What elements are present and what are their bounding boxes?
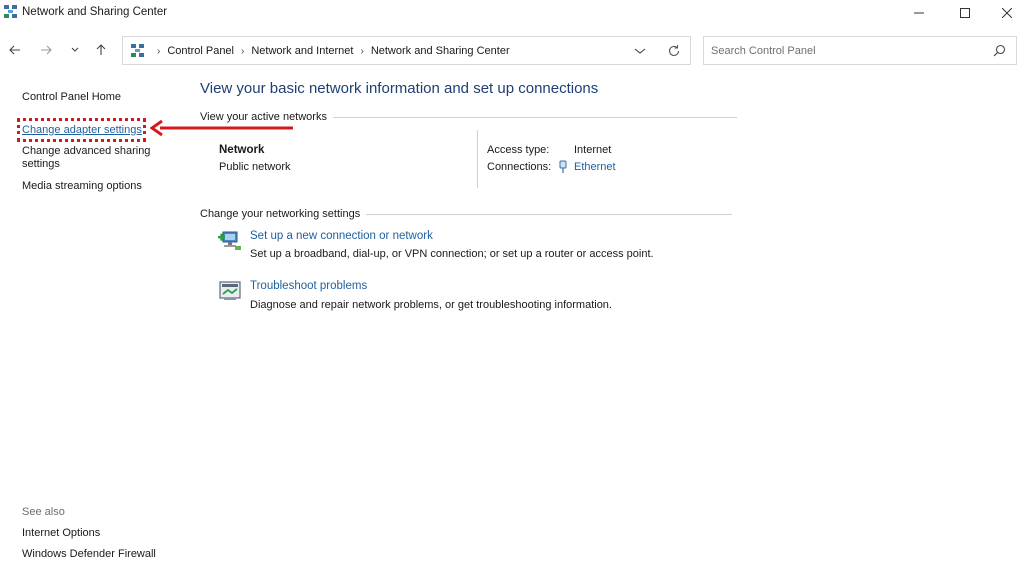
page-title: View your basic network information and …	[200, 80, 599, 97]
troubleshoot-icon	[219, 281, 241, 300]
maximize-icon	[960, 8, 970, 18]
networking-settings-label: Change your networking settings	[200, 208, 361, 220]
close-icon	[1002, 8, 1012, 18]
change-advanced-sharing-settings-link[interactable]: Change advanced sharing settings	[22, 145, 162, 171]
breadcrumb-network-internet[interactable]: Network and Internet	[251, 45, 353, 57]
chevron-right-icon: ›	[157, 45, 161, 57]
setup-new-connection-description: Set up a broadband, dial-up, or VPN conn…	[250, 248, 654, 260]
networking-settings-header: Change your networking settings	[200, 208, 733, 220]
divider	[477, 130, 478, 188]
window-title: Network and Sharing Center	[22, 6, 168, 18]
active-networks-header: View your active networks	[200, 111, 737, 123]
search-placeholder: Search Control Panel	[711, 45, 816, 57]
minimize-button[interactable]	[896, 0, 942, 26]
chevron-right-icon: ›	[360, 45, 364, 57]
minimize-icon	[914, 12, 924, 14]
control-panel-home-link[interactable]: Control Panel Home	[22, 91, 121, 104]
chevron-right-icon: ›	[241, 45, 245, 57]
divider	[366, 213, 733, 215]
connections-label: Connections:	[487, 161, 552, 173]
recent-locations-button[interactable]	[65, 40, 85, 60]
network-category: Public network	[219, 161, 291, 173]
refresh-icon[interactable]	[666, 43, 682, 59]
control-panel-icon	[131, 44, 144, 57]
active-networks-label: View your active networks	[200, 111, 327, 123]
ethernet-icon	[559, 160, 567, 173]
new-connection-icon	[218, 231, 241, 250]
maximize-button[interactable]	[942, 0, 988, 26]
troubleshoot-problems-description: Diagnose and repair network problems, or…	[250, 299, 612, 311]
see-also-label: See also	[22, 506, 65, 518]
windows-defender-firewall-link[interactable]: Windows Defender Firewall	[22, 548, 156, 561]
ethernet-link[interactable]: Ethernet	[574, 161, 616, 173]
search-icon[interactable]	[993, 44, 1006, 57]
divider	[332, 116, 737, 118]
title-bar: Network and Sharing Center	[0, 0, 1024, 26]
arrow-up-icon	[96, 44, 106, 55]
forward-button[interactable]	[36, 40, 56, 60]
setup-new-connection-link[interactable]: Set up a new connection or network	[250, 230, 433, 242]
media-streaming-options-link[interactable]: Media streaming options	[22, 180, 142, 193]
access-type-label: Access type:	[487, 144, 550, 156]
network-name: Network	[219, 144, 265, 156]
breadcrumb: › Control Panel › Network and Internet ›…	[150, 45, 510, 57]
arrow-right-icon	[41, 45, 52, 55]
network-center-icon	[4, 5, 17, 18]
access-type-value: Internet	[574, 144, 612, 156]
up-button[interactable]	[91, 40, 111, 60]
search-input[interactable]: Search Control Panel	[703, 36, 1017, 65]
address-bar[interactable]: › Control Panel › Network and Internet ›…	[122, 36, 691, 65]
back-button[interactable]	[5, 40, 25, 60]
breadcrumb-control-panel[interactable]: Control Panel	[167, 45, 234, 57]
internet-options-link[interactable]: Internet Options	[22, 527, 100, 540]
chevron-down-icon	[71, 47, 79, 52]
highlight-box	[17, 118, 146, 142]
chevron-down-icon[interactable]	[633, 45, 647, 57]
breadcrumb-network-sharing-center[interactable]: Network and Sharing Center	[371, 45, 510, 57]
close-button[interactable]	[984, 0, 1024, 26]
troubleshoot-problems-link[interactable]: Troubleshoot problems	[250, 280, 367, 292]
arrow-left-icon	[9, 45, 20, 55]
